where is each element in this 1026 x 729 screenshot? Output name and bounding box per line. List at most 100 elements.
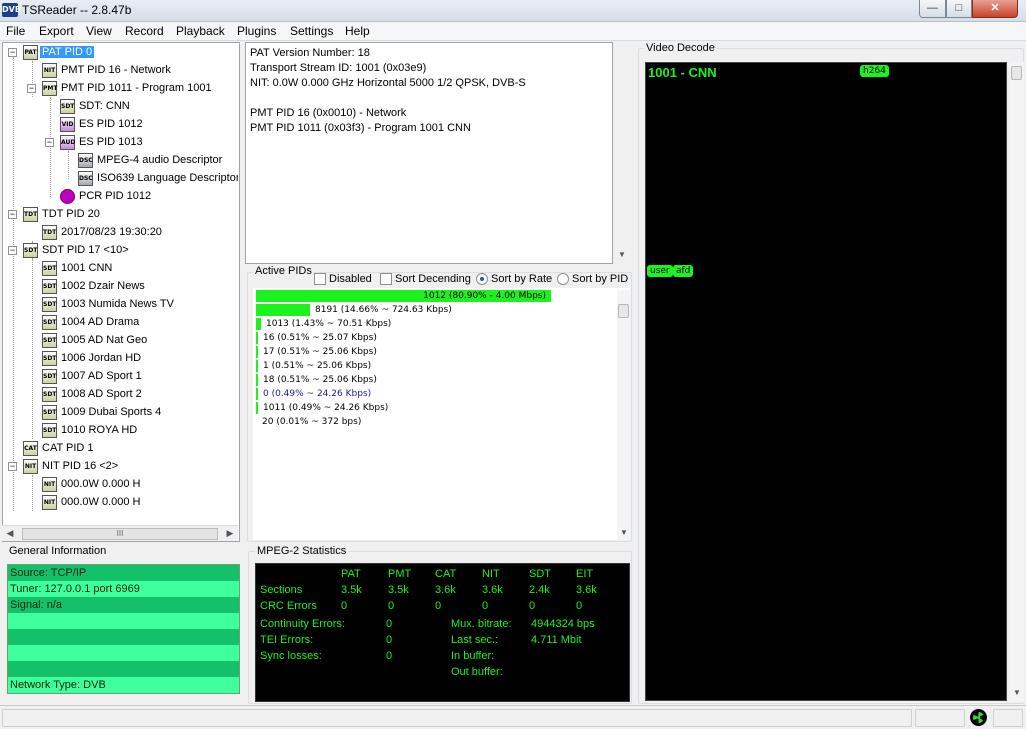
tree-item-pmt-1011[interactable]: − PMT PMT PID 1011 - Program 1001 [27, 80, 237, 98]
pid-rate-label[interactable]: 16 (0.51% ~ 25.07 Kbps) [263, 332, 377, 344]
minimize-button[interactable]: — [919, 0, 946, 18]
scroll-right-icon[interactable]: ▶ [223, 528, 237, 539]
pid-rate-label[interactable]: 20 (0.01% ~ 372 bps) [262, 416, 361, 428]
network-type-row: Network Type: DVB [8, 677, 239, 693]
info-row [8, 661, 239, 677]
in-buffer-label: In buffer: [451, 650, 495, 662]
mux-bitrate-value: 4944324 bps [531, 618, 595, 630]
pid-rate-label[interactable]: 0 (0.49% ~ 24.26 Kbps) [263, 388, 371, 400]
pid-rate-label[interactable]: 17 (0.51% ~ 25.06 Kbps) [263, 346, 377, 358]
scroll-thumb[interactable]: III [22, 528, 218, 540]
tree-item-tdt[interactable]: − TDT TDT PID 20 [8, 206, 238, 224]
collapse-icon[interactable]: − [45, 138, 54, 147]
scroll-thumb[interactable] [1011, 66, 1022, 80]
collapse-icon[interactable]: − [27, 84, 36, 93]
pat-detail-pane[interactable]: PAT Version Number: 18 Transport Stream … [245, 42, 613, 264]
menu-bar: File Export View Record Playback Plugins… [0, 22, 1026, 41]
tree-item-label: SDT: CNN [79, 100, 130, 112]
tuner-row: Tuner: 127.0.0.1 port 6969 [8, 581, 239, 597]
tree-item-label: ES PID 1013 [79, 136, 143, 148]
tree-item-tdt-time[interactable]: TDT 2017/08/23 19:30:20 [42, 224, 237, 242]
tree-line [68, 151, 69, 179]
tree-item-service[interactable]: SDT 1009 Dubai Sports 4 [42, 404, 237, 422]
scroll-down-icon[interactable]: ▼ [615, 250, 629, 259]
checkbox-box[interactable] [380, 273, 392, 286]
tree-item-service[interactable]: SDT 1004 AD Drama [42, 314, 237, 332]
pat-vertical-scrollbar[interactable]: ▼ [615, 42, 629, 264]
pid-rate-label[interactable]: 1011 (0.49% ~ 24.26 Kbps) [263, 402, 388, 414]
continuity-value: 0 [386, 618, 393, 630]
sort-descending-checkbox[interactable]: Sort Decending [380, 273, 471, 287]
active-pids-list[interactable]: 1012 (80.90% - 4.00 Mbps) 8191 (14.66% ~ … [253, 288, 630, 540]
scroll-left-icon[interactable]: ◀ [3, 528, 17, 539]
stream-tree[interactable]: − PAT PAT PID 0 NIT PMT PID 16 - Network… [2, 42, 240, 542]
tree-item-network[interactable]: NIT 000.0W 0.000 H [42, 494, 237, 512]
tree-item-network[interactable]: NIT 000.0W 0.000 H [42, 476, 237, 494]
pid-rate-bar [256, 304, 310, 316]
collapse-icon[interactable]: − [8, 462, 17, 471]
scroll-down-icon[interactable]: ▼ [1010, 688, 1024, 697]
radio-button[interactable] [476, 273, 488, 286]
pid-rate-label[interactable]: 8191 (14.66% ~ 724.63 Kbps) [315, 304, 452, 316]
pid-rate-label[interactable]: 18 (0.51% ~ 25.06 Kbps) [263, 374, 377, 386]
pid-rate-label[interactable]: 1013 (1.43% ~ 70.51 Kbps) [266, 318, 391, 330]
tree-item-service[interactable]: SDT 1005 AD Nat Geo [42, 332, 237, 350]
col-header: CAT [435, 568, 457, 580]
menu-help[interactable]: Help [345, 24, 370, 38]
scroll-down-icon[interactable]: ▼ [617, 528, 631, 537]
sdt-table-icon: SDT [42, 405, 57, 420]
tree-item-pat[interactable]: − PAT PAT PID 0 [8, 44, 238, 62]
pid-rate-label[interactable]: 1012 (80.90% - 4.00 Mbps) [423, 290, 546, 302]
nit-table-icon: NIT [42, 63, 57, 78]
tree-item-pmt-16[interactable]: NIT PMT PID 16 - Network [42, 62, 237, 80]
menu-record[interactable]: Record [125, 24, 164, 38]
tree-line [32, 475, 33, 511]
menu-export[interactable]: Export [39, 24, 74, 38]
close-button[interactable]: ✕ [972, 0, 1018, 18]
tree-item-service[interactable]: SDT 1010 ROYA HD [42, 422, 237, 440]
tree-item-sdt-cnn[interactable]: SDT SDT: CNN [60, 98, 235, 116]
tree-horizontal-scrollbar[interactable]: ◀ III ▶ [2, 525, 238, 541]
tree-item-mpeg4-desc[interactable]: DSC MPEG-4 audio Descriptor [78, 152, 238, 170]
tree-item-service[interactable]: SDT 1001 CNN [42, 260, 237, 278]
tree-item-service[interactable]: SDT 1006 Jordan HD [42, 350, 237, 368]
video-decode-panel[interactable]: 1001 - CNN h264 user afd [645, 62, 1007, 701]
menu-plugins[interactable]: Plugins [237, 24, 276, 38]
tree-item-nit[interactable]: − NIT NIT PID 16 <2> [8, 458, 238, 476]
radio-button[interactable] [557, 273, 569, 286]
pcr-icon [60, 189, 75, 204]
sections-label: Sections [260, 584, 303, 596]
tree-item-iso639-desc[interactable]: DSC ISO639 Language Descriptor [78, 170, 238, 188]
video-vertical-scrollbar[interactable]: ▼ [1010, 62, 1024, 702]
disabled-checkbox[interactable]: Disabled [314, 273, 372, 287]
menu-settings[interactable]: Settings [290, 24, 333, 38]
tree-line [13, 57, 14, 511]
menu-file[interactable]: File [6, 24, 25, 38]
tree-item-service[interactable]: SDT 1008 AD Sport 2 [42, 386, 237, 404]
sort-by-rate-radio[interactable]: Sort by Rate [476, 273, 552, 287]
tree-item-es-1013[interactable]: − AUD ES PID 1013 [45, 134, 235, 152]
tree-item-pcr[interactable]: PCR PID 1012 [60, 188, 235, 206]
signal-row: Signal: n/a [8, 597, 239, 613]
menu-playback[interactable]: Playback [176, 24, 225, 38]
collapse-icon[interactable]: − [8, 210, 17, 219]
tei-value: 0 [386, 634, 393, 646]
last-sec-value: 4.711 Mbit [531, 634, 582, 646]
pid-rate-label[interactable]: 1 (0.51% ~ 25.06 Kbps) [263, 360, 371, 372]
menu-view[interactable]: View [86, 24, 112, 38]
maximize-button[interactable]: □ [946, 0, 972, 18]
col-header: NIT [482, 568, 500, 580]
collapse-icon[interactable]: − [8, 48, 17, 57]
checkbox-box[interactable] [314, 273, 326, 286]
tree-item-es-1012[interactable]: VID ES PID 1012 [60, 116, 235, 134]
tree-item-label: CAT PID 1 [42, 442, 94, 454]
scroll-thumb[interactable] [618, 304, 629, 318]
sort-by-pid-radio[interactable]: Sort by PID [557, 273, 628, 287]
tree-item-service[interactable]: SDT 1007 AD Sport 1 [42, 368, 237, 386]
tree-item-sdt-17[interactable]: − SDT SDT PID 17 <10> [8, 242, 238, 260]
pid-vertical-scrollbar[interactable]: ▼ [617, 290, 631, 540]
tree-item-service[interactable]: SDT 1003 Numida News TV [42, 296, 237, 314]
tree-item-service[interactable]: SDT 1002 Dzair News [42, 278, 237, 296]
tree-item-cat[interactable]: CAT CAT PID 1 [23, 440, 238, 458]
collapse-icon[interactable]: − [8, 246, 17, 255]
